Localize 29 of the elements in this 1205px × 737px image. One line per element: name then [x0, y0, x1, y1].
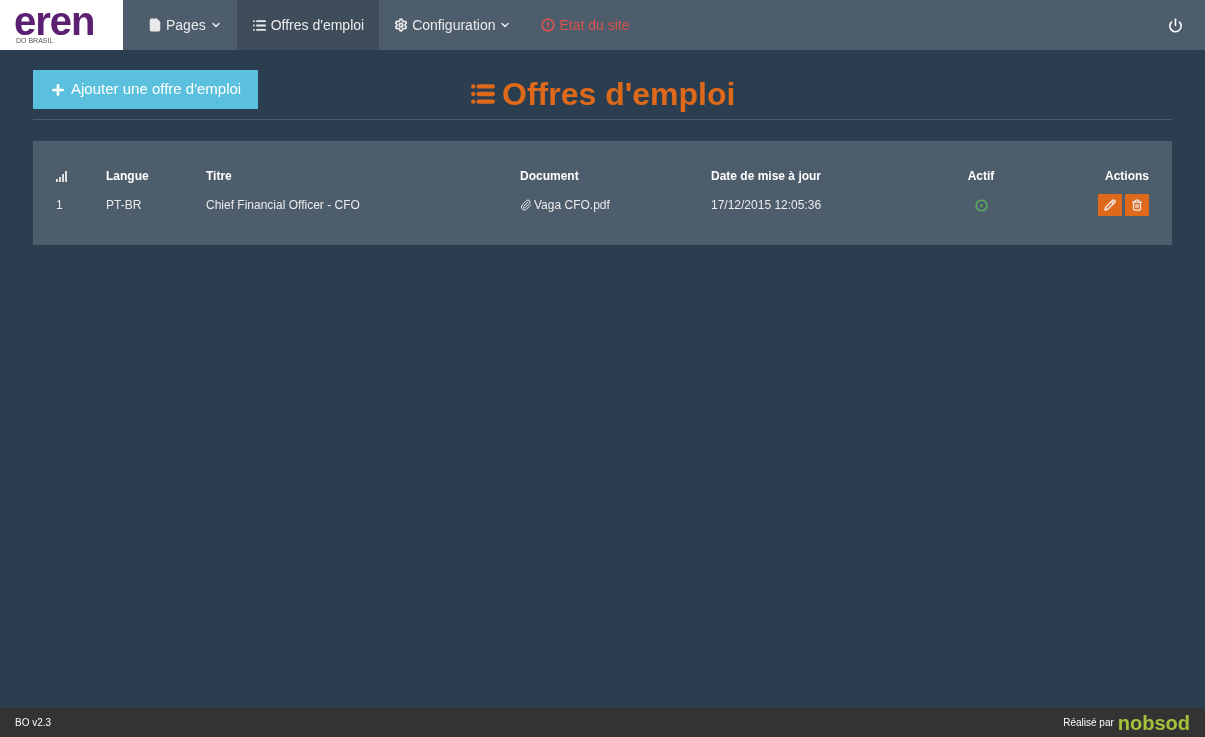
- table-cell-text: 1: [56, 197, 64, 214]
- settings-icon: [394, 18, 409, 32]
- column-header: Langue: [106, 168, 150, 185]
- power-icon: [1167, 17, 1183, 33]
- signal-icon: [56, 170, 68, 182]
- alert-icon: [541, 18, 556, 32]
- column-header: Actif: [966, 168, 996, 185]
- document-link[interactable]: Vaga CFO.pdf: [534, 196, 610, 214]
- page-title: Offres d'emploi: [502, 75, 736, 114]
- delete-button[interactable]: [1125, 194, 1149, 216]
- edit-button[interactable]: [1098, 194, 1122, 216]
- table-cell-text: Chief Financial Officer - CFO: [206, 197, 361, 214]
- list-icon: [470, 81, 496, 107]
- list-icon: [251, 17, 267, 33]
- pencil-icon: [1104, 199, 1116, 211]
- paperclip-icon: [520, 199, 532, 211]
- column-header: Actions: [1104, 168, 1149, 185]
- table-cell-text: PT-BR: [106, 197, 143, 214]
- column-header: Date de mise à jour: [711, 168, 823, 185]
- credit-label: Réalisé par: [1063, 716, 1114, 730]
- column-header: Titre: [206, 168, 233, 185]
- nav-item[interactable]: Offres d'emploi: [236, 0, 380, 50]
- file-icon: [148, 18, 162, 32]
- plus-icon: [50, 81, 66, 98]
- trash-icon: [1131, 199, 1143, 211]
- table-cell-text: 17/12/2015 12:05:36: [711, 197, 823, 214]
- version-label: BO v2.3: [15, 716, 52, 730]
- brand-logo[interactable]: nobsod: [1117, 712, 1190, 733]
- column-header: Document: [520, 168, 580, 185]
